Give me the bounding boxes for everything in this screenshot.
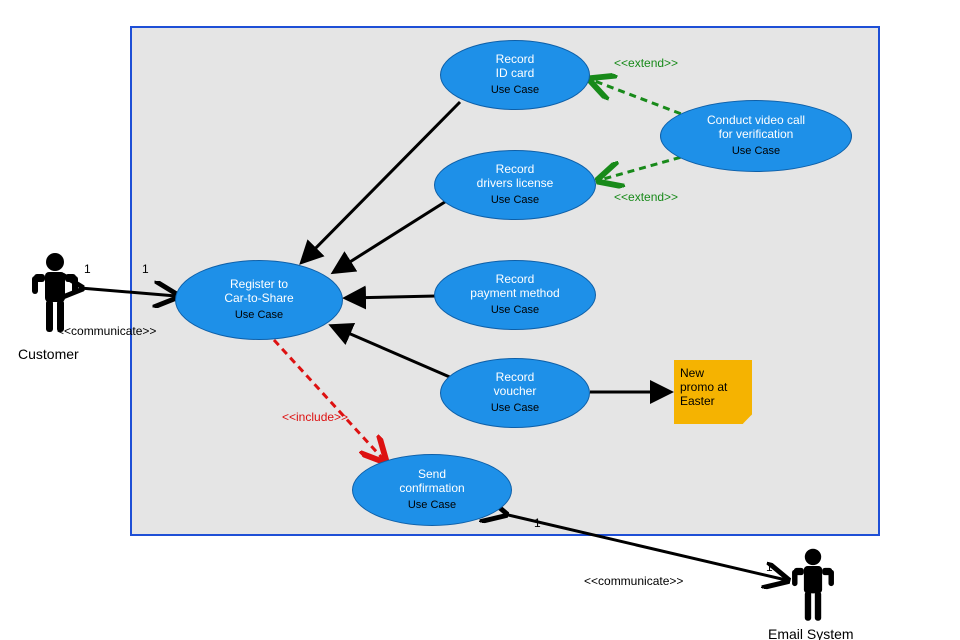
multiplicity: 1 [766, 560, 773, 574]
usecase-title-line1: Record [496, 163, 535, 177]
usecase-title-line1: Send [418, 468, 446, 482]
usecase-title-line1: Record [496, 371, 535, 385]
usecase-id-card: Record ID card Use Case [440, 40, 590, 110]
usecase-title-line2: confirmation [399, 482, 464, 496]
usecase-video-call: Conduct video call for verification Use … [660, 100, 852, 172]
usecase-subtitle: Use Case [491, 304, 539, 317]
usecase-subtitle: Use Case [491, 194, 539, 207]
note-line: Easter [680, 394, 746, 408]
actor-email-label: Email System [768, 626, 854, 640]
usecase-subtitle: Use Case [732, 145, 780, 158]
multiplicity: 1 [84, 262, 91, 276]
usecase-title-line2: ID card [496, 67, 535, 81]
usecase-subtitle: Use Case [491, 402, 539, 415]
label-include: <<include>> [282, 410, 348, 424]
note-line: promo at [680, 380, 746, 394]
actor-email-icon [790, 546, 836, 628]
usecase-register: Register to Car-to-Share Use Case [175, 260, 343, 340]
multiplicity: 1 [142, 262, 149, 276]
usecase-send-confirmation: Send confirmation Use Case [352, 454, 512, 526]
usecase-voucher: Record voucher Use Case [440, 358, 590, 428]
usecase-subtitle: Use Case [491, 84, 539, 97]
usecase-subtitle: Use Case [235, 309, 283, 322]
usecase-drivers-license: Record drivers license Use Case [434, 150, 596, 220]
label-extend-2: <<extend>> [614, 190, 678, 204]
usecase-title-line2: drivers license [477, 177, 554, 191]
usecase-title-line2: for verification [719, 128, 794, 142]
usecase-title-line1: Register to [230, 278, 288, 292]
usecase-title-line2: Car-to-Share [224, 292, 293, 306]
actor-customer-label: Customer [18, 346, 79, 362]
usecase-title-line2: voucher [494, 385, 537, 399]
label-extend-1: <<extend>> [614, 56, 678, 70]
multiplicity: 1 [534, 516, 541, 530]
usecase-title-line1: Record [496, 53, 535, 67]
usecase-payment-method: Record payment method Use Case [434, 260, 596, 330]
label-communicate-2: <<communicate>> [584, 574, 683, 588]
diagram-canvas: Register to Car-to-Share Use Case Record… [0, 0, 960, 640]
note-line: New [680, 366, 746, 380]
usecase-title-line2: payment method [470, 287, 559, 301]
usecase-title-line1: Record [496, 273, 535, 287]
label-communicate-1: <<communicate>> [57, 324, 156, 338]
usecase-subtitle: Use Case [408, 499, 456, 512]
usecase-title-line1: Conduct video call [707, 114, 805, 128]
note-promo: New promo at Easter [674, 360, 752, 424]
